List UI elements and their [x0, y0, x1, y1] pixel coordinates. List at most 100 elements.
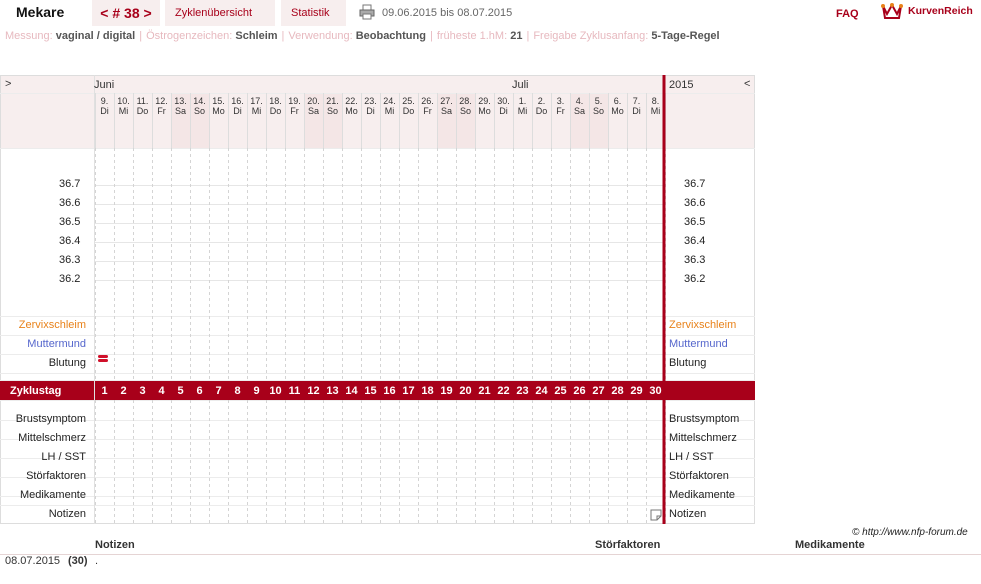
day-date-label: 10. [117, 96, 130, 106]
row-label-right: Muttermund [669, 338, 728, 350]
cycle-day-number: 17 [402, 385, 415, 397]
day-weekday-label: So [326, 106, 338, 116]
setting-value: Beobachtung [355, 30, 426, 42]
cycle-day-number: 6 [196, 385, 203, 397]
temperature-axis-label-left: 36.3 [59, 254, 81, 266]
temperature-axis-label-left: 36.7 [59, 178, 81, 190]
cycle-day-number: 14 [345, 385, 358, 397]
settings-separator: | [139, 30, 143, 42]
day-date-label: 17. [250, 96, 263, 106]
day-date-label: 12. [155, 96, 168, 106]
cycle-settings: Messung: vaginal / digital | Östrogenzeich… [5, 30, 720, 42]
row-label-right: Notizen [669, 508, 707, 520]
day-date-label: 6. [613, 96, 622, 106]
row-label-right: Mittelschmerz [669, 432, 737, 444]
day-date-label: 29. [478, 96, 491, 106]
row-label-right: LH / SST [669, 451, 714, 463]
cycle-day-number: 29 [630, 385, 643, 397]
top-bar: Mekare < # 38 > Zyklenübersicht Statisti… [0, 0, 981, 26]
day-weekday-label: Mi [118, 106, 129, 116]
row-label-left: Muttermund [27, 338, 86, 350]
day-weekday-label: Di [366, 106, 375, 116]
logo-text: KurvenReich [908, 5, 973, 17]
faq-link[interactable]: FAQ [836, 8, 859, 20]
day-date-label: 30. [497, 96, 510, 106]
cycle-chart: > <2015 Juni Juli 9. Di 10. Mi 11. Do 12. Fr 13. Sa 14… [0, 75, 755, 524]
day-date-label: 7. [632, 96, 641, 106]
cycle-day-number: 10 [269, 385, 282, 397]
cycle-day-number: 8 [234, 385, 241, 397]
settings-separator: | [526, 30, 530, 42]
note-icon[interactable] [650, 509, 662, 521]
day-weekday-label: Do [402, 106, 415, 116]
chart-nav-back[interactable]: < [744, 78, 750, 90]
day-date-label: 5. [594, 96, 603, 106]
day-weekday-label: Fr [556, 106, 565, 116]
day-weekday-label: Fr [157, 106, 166, 116]
cycle-day-number: 25 [554, 385, 567, 397]
day-date-label: 21. [326, 96, 339, 106]
setting-label: Freigabe Zyklusanfang: [533, 30, 652, 42]
row-label-right: Störfaktoren [669, 470, 729, 482]
setting-label: früheste 1.hM: [436, 30, 511, 42]
tab-cycle-overview[interactable]: Zyklenübersicht [165, 0, 275, 26]
day-date-label: 14. [193, 96, 206, 106]
temperature-axis-label-right: 36.3 [684, 254, 706, 266]
kurvenreich-logo[interactable]: KurvenReich [881, 2, 981, 22]
day-weekday-label: So [592, 106, 604, 116]
day-date-label: 27. [440, 96, 453, 106]
tab-statistics[interactable]: Statistik [281, 0, 346, 26]
row-label-right: Brustsymptom [669, 413, 740, 425]
entry-note: . [95, 555, 99, 567]
temperature-axis-label-left: 36.2 [59, 273, 81, 285]
print-icon[interactable] [359, 4, 375, 20]
cycle-day-number: 26 [573, 385, 586, 397]
setting-label: Messung: [5, 30, 56, 42]
row-label-right: Medikamente [669, 489, 736, 501]
cycle-day-number: 3 [139, 385, 146, 397]
notes-table-header: Notizen Störfaktoren Medikamente [0, 539, 981, 553]
cycle-day-number: 2 [120, 385, 127, 397]
cycle-day-label: Zyklustag [10, 385, 62, 397]
setting-value: Schleim [235, 30, 278, 42]
day-date-label: 28. [459, 96, 472, 106]
day-weekday-label: Sa [307, 106, 319, 116]
copyright: © http://www.nfp-forum.de [852, 527, 968, 538]
crown-icon [881, 2, 903, 19]
day-weekday-label: Mi [517, 106, 528, 116]
month-label: Juni [94, 79, 115, 91]
cycle-day-number: 4 [158, 385, 165, 397]
cycle-day-number: 19 [440, 385, 453, 397]
temperature-axis-label-right: 36.4 [684, 235, 706, 247]
day-date-label: 8. [651, 96, 660, 106]
day-weekday-label: Mo [478, 106, 491, 116]
chart-grid [0, 75, 755, 524]
row-label-left: Brustsymptom [15, 413, 86, 425]
date-range: 09.06.2015 bis 08.07.2015 [382, 7, 513, 19]
temperature-axis-label-left: 36.5 [59, 216, 81, 228]
col-notes: Notizen [95, 539, 135, 551]
day-date-label: 25. [402, 96, 415, 106]
day-weekday-label: Sa [440, 106, 452, 116]
cycle-day-number: 27 [592, 385, 605, 397]
temperature-axis-label-left: 36.4 [59, 235, 81, 247]
cycle-day-number: 22 [497, 385, 510, 397]
cycle-day-number: 18 [421, 385, 434, 397]
bleeding-marker[interactable] [98, 359, 108, 362]
setting-value: 5-Tage-Regel [651, 30, 720, 42]
day-weekday-label: Di [632, 106, 641, 116]
cycle-day-number: 21 [478, 385, 491, 397]
row-label-left: Zervixschleim [18, 319, 86, 331]
chart-nav-forward[interactable]: > [5, 78, 11, 90]
bleeding-marker[interactable] [98, 355, 108, 358]
cycle-navigator[interactable]: < # 38 > [92, 0, 160, 26]
row-label-left: Blutung [48, 357, 86, 369]
cycle-day-number: 24 [535, 385, 548, 397]
row-label-left: Störfaktoren [26, 470, 86, 482]
day-date-label: 9. [100, 96, 109, 106]
setting-value: 21 [510, 30, 523, 42]
cycle-day-number: 30 [649, 385, 662, 397]
day-weekday-label: Do [535, 106, 548, 116]
day-date-label: 13. [174, 96, 187, 106]
day-date-label: 22. [345, 96, 358, 106]
